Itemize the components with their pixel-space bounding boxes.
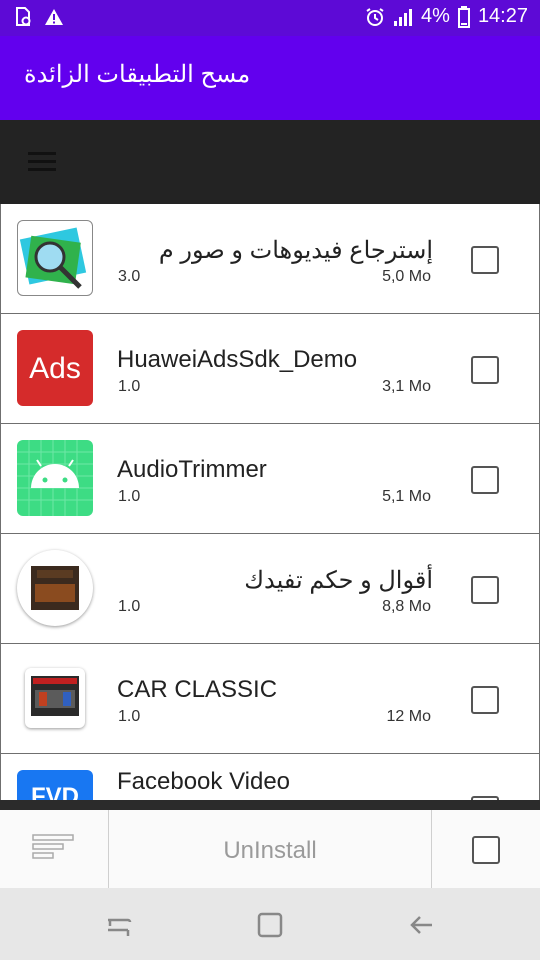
app-name: إسترجاع فيديوهات و صور م	[158, 237, 433, 264]
app-name: CAR CLASSIC	[117, 676, 278, 703]
app-version: 1.0	[118, 488, 141, 505]
list-item[interactable]: إسترجاع فيديوهات و صور م 3.0 5,0 Mo	[0, 204, 540, 314]
warning-icon	[45, 9, 63, 25]
app-bar: مسح التطبيقات الزائدة	[0, 36, 540, 120]
select-all-checkbox[interactable]	[472, 836, 500, 864]
navigation-bar	[0, 888, 540, 960]
recents-icon[interactable]	[104, 910, 134, 940]
list-item[interactable]: AudioTrimmer 1.0 5,1 Mo	[0, 424, 540, 534]
menu-icon[interactable]	[28, 152, 56, 174]
photo-recovery-icon	[17, 220, 93, 296]
uninstall-button[interactable]: UnInstall	[109, 810, 432, 888]
uninstall-label: UnInstall	[223, 837, 317, 864]
list-item[interactable]: Ads HuaweiAdsSdk_Demo 1.0 3,1 Mo	[0, 314, 540, 424]
toolbar	[0, 120, 540, 204]
app-size: 12 Mo	[386, 708, 431, 725]
svg-text:FVD: FVD	[31, 783, 79, 800]
bottom-action-bar: UnInstall	[0, 800, 540, 888]
android-icon	[17, 440, 93, 516]
signal-icon	[394, 8, 413, 26]
sort-button[interactable]	[0, 810, 109, 888]
app-version: 1.0	[118, 708, 141, 725]
app-size: 3,1 Mo	[382, 378, 431, 395]
list-item[interactable]: أقوال و حكم تفيدك 1.0 8,8 Mo	[0, 534, 540, 644]
app-size: 5,1 Mo	[382, 488, 431, 505]
home-icon[interactable]	[255, 910, 285, 940]
list-item[interactable]: CAR CLASSIC 1.0 12 Mo	[0, 644, 540, 754]
sim-card-icon	[16, 7, 31, 26]
app-list[interactable]: إسترجاع فيديوهات و صور م 3.0 5,0 Mo Ads …	[0, 204, 540, 800]
battery-icon	[457, 5, 470, 28]
app-title: مسح التطبيقات الزائدة	[24, 61, 251, 88]
back-icon[interactable]	[406, 910, 436, 940]
app-size: 5,0 Mo	[382, 268, 431, 285]
app-checkbox[interactable]	[471, 356, 499, 384]
battery-percent: 4%	[421, 5, 450, 27]
app-checkbox[interactable]	[471, 576, 499, 604]
app-name: أقوال و حكم تفيدك	[244, 567, 433, 594]
sort-icon	[32, 834, 74, 859]
app-checkbox[interactable]	[471, 466, 499, 494]
status-bar: 4% 14:27	[0, 0, 540, 36]
app-checkbox[interactable]	[471, 686, 499, 714]
select-all-area	[432, 810, 540, 888]
alarm-icon	[366, 7, 384, 26]
app-version: 1.0	[118, 598, 141, 615]
ads-icon: Ads	[17, 330, 93, 406]
app-checkbox[interactable]	[471, 246, 499, 274]
list-item[interactable]: FVD Facebook Video	[0, 754, 540, 800]
car-game-icon	[25, 668, 85, 728]
app-version: 3.0	[118, 268, 141, 285]
app-version: 1.0	[118, 378, 141, 395]
app-name: HuaweiAdsSdk_Demo	[117, 346, 358, 373]
app-size: 8,8 Mo	[382, 598, 431, 615]
app-name: Facebook Video	[117, 768, 291, 795]
clock: 14:27	[477, 5, 528, 27]
book-app-icon	[17, 550, 93, 626]
svg-text:Ads: Ads	[29, 352, 81, 385]
fvd-icon: FVD	[17, 770, 93, 800]
app-name: AudioTrimmer	[117, 456, 267, 483]
